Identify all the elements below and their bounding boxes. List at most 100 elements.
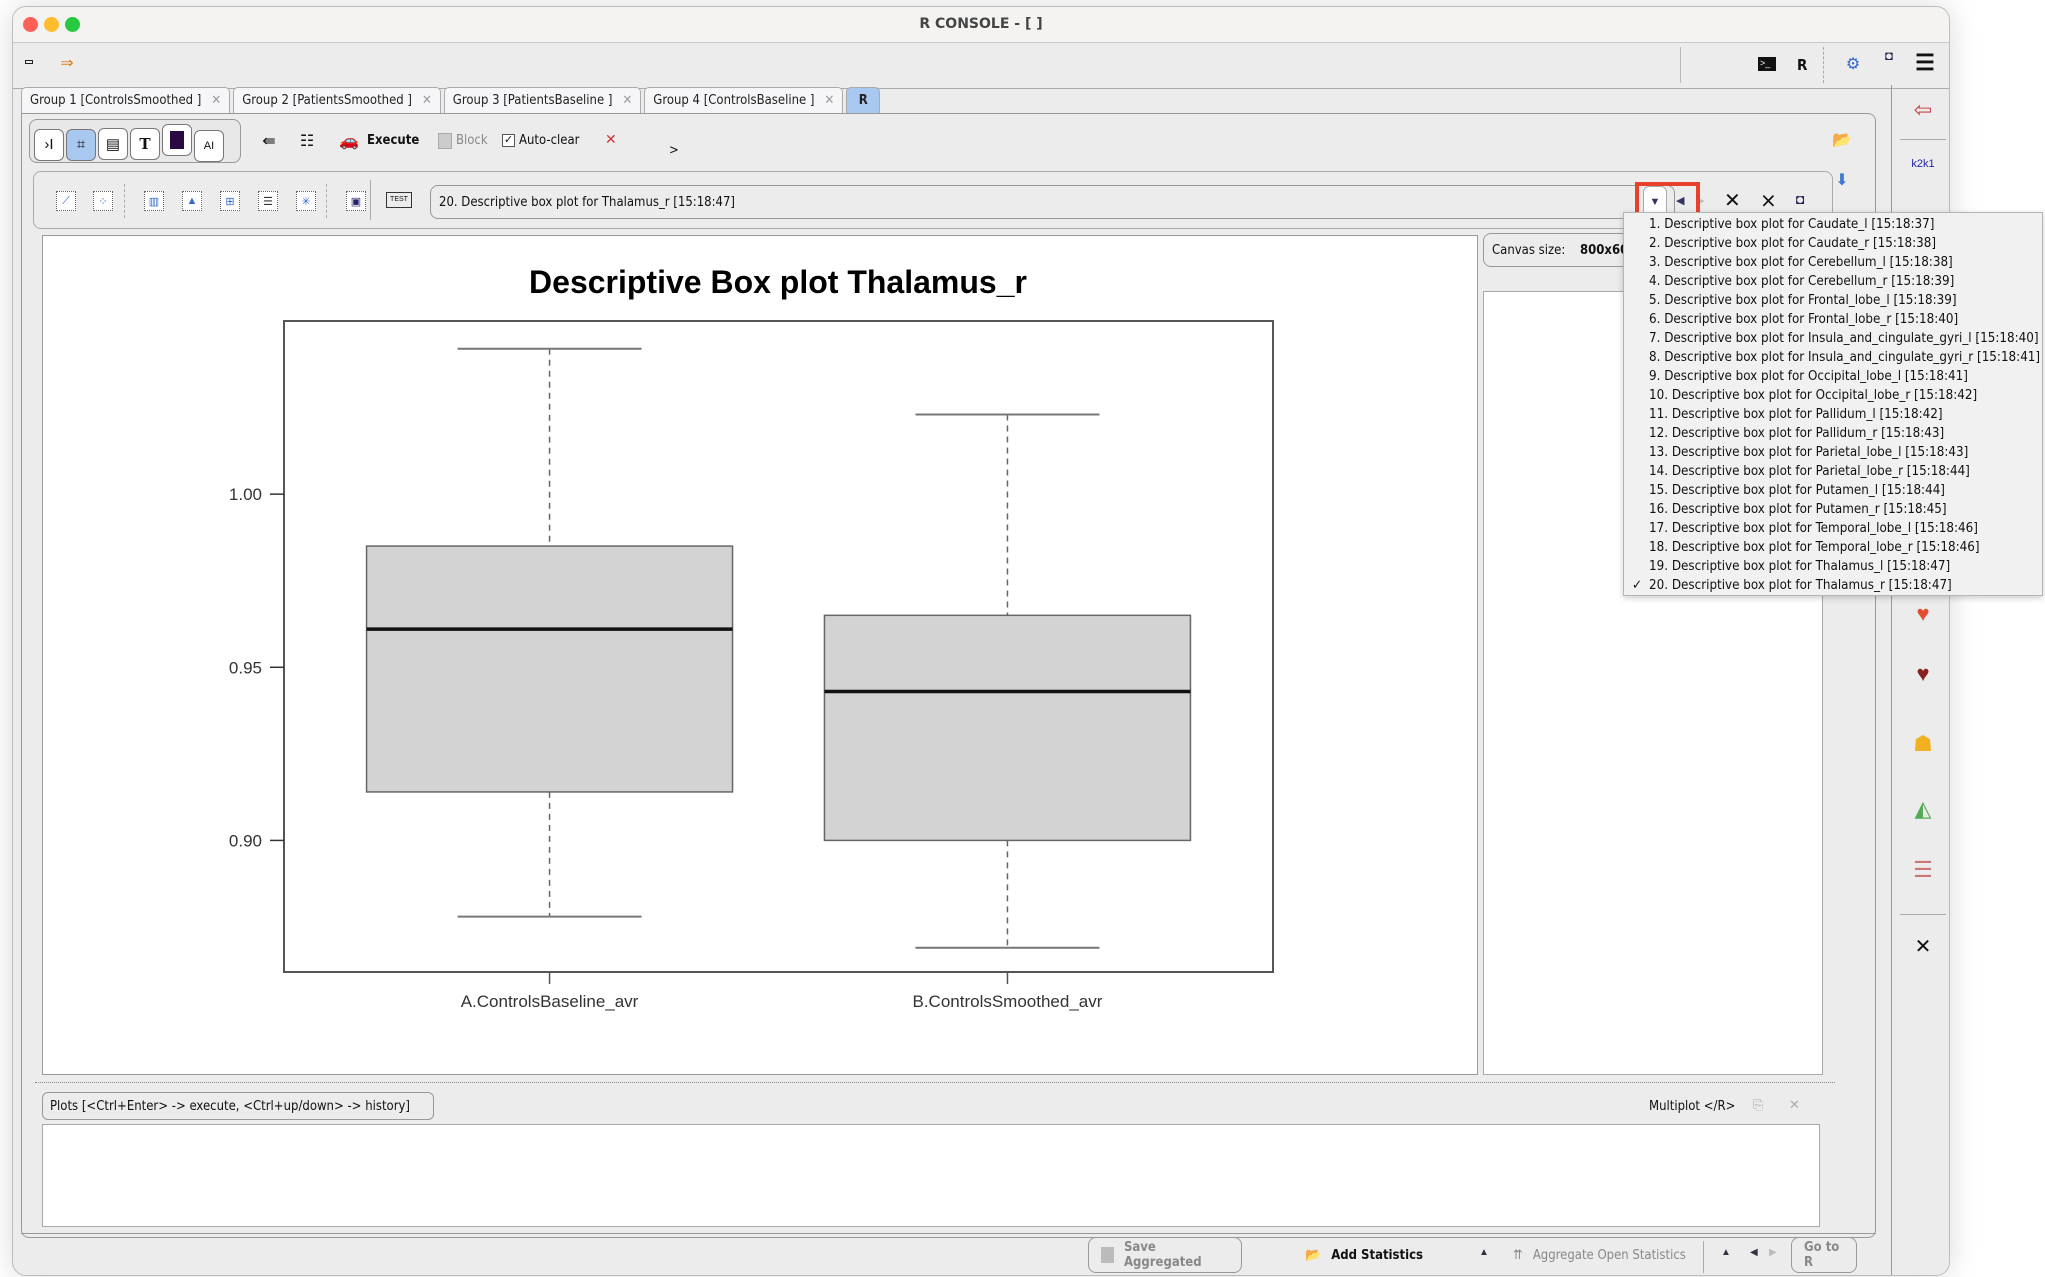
import-icon[interactable]: ⇚ (259, 131, 279, 151)
correlation-icon[interactable]: ✳ (296, 191, 316, 211)
history-item[interactable]: 12. Descriptive box plot for Pallidum_r … (1624, 424, 2042, 443)
tab-label: Group 2 [PatientsSmoothed ] (242, 93, 412, 108)
chart-title: Descriptive Box plot Thalamus_r (529, 264, 1027, 300)
autoclear-checkbox[interactable]: ✓ (502, 134, 515, 147)
tab-label: Group 4 [ControlsBaseline ] (653, 93, 815, 108)
aggregate-open-label: Aggregate Open Statistics (1532, 1247, 1686, 1263)
history-item[interactable]: 11. Descriptive box plot for Pallidum_l … (1624, 405, 2042, 424)
block-button[interactable]: Block (456, 133, 488, 148)
go-to-r-button[interactable]: Go to R (1791, 1237, 1857, 1273)
history-item[interactable]: 1. Descriptive box plot for Caudate_l [1… (1624, 215, 2042, 234)
plot-mode-button[interactable]: ⌗ (66, 128, 96, 161)
kinetic-model-icon[interactable]: k2k1 (1904, 145, 1942, 183)
aggregate-open-statistics-button[interactable]: ⇈ Aggregate Open Statistics (1501, 1237, 1698, 1273)
cardiac-pet-icon[interactable]: ♥ (1904, 655, 1942, 693)
previous-icon[interactable]: ◀ (1750, 1247, 1758, 1258)
history-item[interactable]: 4. Descriptive box plot for Cerebellum_r… (1624, 272, 2042, 291)
plot-history-select[interactable]: 20. Descriptive box plot for Thalamus_r … (430, 185, 1675, 219)
table-mode-button[interactable]: ▤ (98, 128, 128, 160)
splitter-handle[interactable] (35, 1082, 1835, 1086)
console-mode-button[interactable]: ›I (34, 128, 64, 161)
history-item[interactable]: ✓ 20. Descriptive box plot for Thalamus_r… (1624, 576, 2042, 595)
expand-up-icon[interactable]: ▲ (1721, 1247, 1731, 1258)
execute-button[interactable]: Execute (367, 133, 419, 148)
history-item-label: 17. Descriptive box plot for Temporal_lo… (1649, 521, 1978, 536)
tab-r[interactable]: R (846, 87, 881, 113)
close-tab-icon[interactable]: ✕ (211, 93, 221, 113)
history-item[interactable]: 10. Descriptive box plot for Occipital_l… (1624, 386, 2042, 405)
rich-text-mode-button[interactable]: AI (194, 130, 224, 162)
history-item[interactable]: 2. Descriptive box plot for Caudate_r [1… (1624, 234, 2042, 253)
history-item[interactable]: 13. Descriptive box plot for Parietal_lo… (1624, 443, 2042, 462)
history-item[interactable]: 9. Descriptive box plot for Occipital_lo… (1624, 367, 2042, 386)
close-plot-icon[interactable]: ✕ (1724, 188, 1741, 213)
more-chevron[interactable]: > (669, 143, 679, 158)
close-column-icon[interactable]: ✕ (1904, 927, 1942, 965)
table-icon[interactable]: ☰ (258, 191, 278, 211)
history-item[interactable]: 19. Descriptive box plot for Thalamus_l … (1624, 557, 2042, 576)
close-tab-icon[interactable]: ✕ (622, 93, 632, 113)
close-tab-icon[interactable]: ✕ (824, 93, 834, 113)
history-item-label: 6. Descriptive box plot for Frontal_lobe… (1649, 312, 1959, 327)
test-icon[interactable]: TEST (386, 192, 412, 208)
r-button[interactable]: R (1797, 56, 1807, 74)
history-item[interactable]: 6. Descriptive box plot for Frontal_lobe… (1624, 310, 2042, 329)
boxplot-icon[interactable]: ⊞ (220, 191, 240, 211)
tab-group-3[interactable]: Group 3 [PatientsBaseline ] ✕ (443, 87, 642, 113)
plot-toolbar: ⟋ ⁘ ▥ ▲ ⊞ ☰ ✳ ▣ TEST 20. Descriptive box… (33, 171, 1833, 229)
canvas-icon (170, 131, 184, 149)
histogram-icon[interactable]: ▥ (144, 191, 164, 211)
box (823, 614, 1192, 842)
scatter-plot-icon[interactable]: ⟋ (56, 191, 76, 211)
canvas-mode-button[interactable] (162, 124, 192, 156)
terminal-icon[interactable]: >_ (1758, 57, 1776, 71)
history-item[interactable]: 15. Descriptive box plot for Putamen_l [… (1624, 481, 2042, 500)
tab-group-2[interactable]: Group 2 [PatientsSmoothed ] ✕ (233, 87, 441, 113)
text-mode-button[interactable]: T (130, 128, 160, 160)
close-all-plots-icon[interactable]: ⨯ (1760, 188, 1777, 213)
next-icon[interactable]: ▶ (1769, 1247, 1777, 1258)
brain-layers-icon[interactable]: ☰ (1904, 851, 1942, 889)
history-item[interactable]: 5. Descriptive box plot for Frontal_lobe… (1624, 291, 2042, 310)
download-icon[interactable]: ⬇ (1831, 167, 1853, 193)
history-item[interactable]: 8. Descriptive box plot for Insula_and_c… (1624, 348, 2042, 367)
autoclear-label: Auto-clear (519, 133, 580, 148)
menu-icon[interactable]: ☰ (1913, 50, 1937, 75)
density-icon[interactable]: ▲ (182, 191, 202, 211)
matrix-plot-icon[interactable]: ⁘ (93, 191, 113, 211)
tree-stats-icon[interactable]: ◭ (1904, 790, 1942, 828)
history-item[interactable]: 3. Descriptive box plot for Cerebellum_l… (1624, 253, 2042, 272)
tab-group-4[interactable]: Group 4 [ControlsBaseline ] ✕ (644, 87, 844, 113)
history-item-label: 7. Descriptive box plot for Insula_and_c… (1649, 331, 2039, 346)
open-folder-icon[interactable]: 📂 (1831, 129, 1853, 151)
execute-icon[interactable]: 🚗 (335, 131, 363, 151)
open-load-icon[interactable]: ⇒ (53, 49, 81, 77)
clear-icon[interactable]: ✕ (605, 131, 617, 148)
tab-group-1[interactable]: Group 1 [ControlsSmoothed ] ✕ (21, 87, 231, 113)
cardiac-mri-icon[interactable]: ♥ (1904, 595, 1942, 633)
box-plot-chart: Descriptive Box plot Thalamus_r 0.90 0.95… (229, 264, 1274, 1011)
camera-icon[interactable]: ◘ (1879, 45, 1899, 65)
history-item[interactable]: 18. Descriptive box plot for Temporal_lo… (1624, 538, 2042, 557)
close-command-icon[interactable]: ✕ (1789, 1097, 1800, 1113)
save-aggregated-label: Save Aggregated (1123, 1240, 1202, 1270)
command-input[interactable] (42, 1124, 1820, 1227)
frame-icon[interactable]: ▣ (346, 191, 366, 211)
history-item[interactable]: 16. Descriptive box plot for Putamen_r [… (1624, 500, 2042, 519)
brain-head-icon[interactable]: ☗ (1904, 725, 1942, 763)
snapshot-icon[interactable]: ◘ (1796, 191, 1804, 207)
add-statistics-button[interactable]: 📂 Add Statistics (1293, 1237, 1435, 1273)
history-item-label: 10. Descriptive box plot for Occipital_l… (1649, 388, 1978, 403)
minimize-panel-icon[interactable] (25, 60, 33, 64)
history-item[interactable]: 7. Descriptive box plot for Insula_and_c… (1624, 329, 2042, 348)
history-item[interactable]: 17. Descriptive box plot for Temporal_lo… (1624, 519, 2042, 538)
history-item[interactable]: 14. Descriptive box plot for Parietal_lo… (1624, 462, 2042, 481)
copy-icon[interactable]: ⎘ (1753, 1097, 1763, 1113)
save-aggregated-button[interactable]: Save Aggregated (1088, 1237, 1242, 1273)
settings-people-icon[interactable]: ⚙ (1838, 49, 1868, 79)
module-link-icon[interactable]: ⇦ (1904, 91, 1942, 129)
expand-up-icon[interactable]: ▲ (1479, 1247, 1489, 1258)
list-icon[interactable]: ☷ (297, 131, 317, 151)
close-tab-icon[interactable]: ✕ (422, 93, 432, 113)
history-item-label: 9. Descriptive box plot for Occipital_lo… (1649, 369, 1968, 384)
